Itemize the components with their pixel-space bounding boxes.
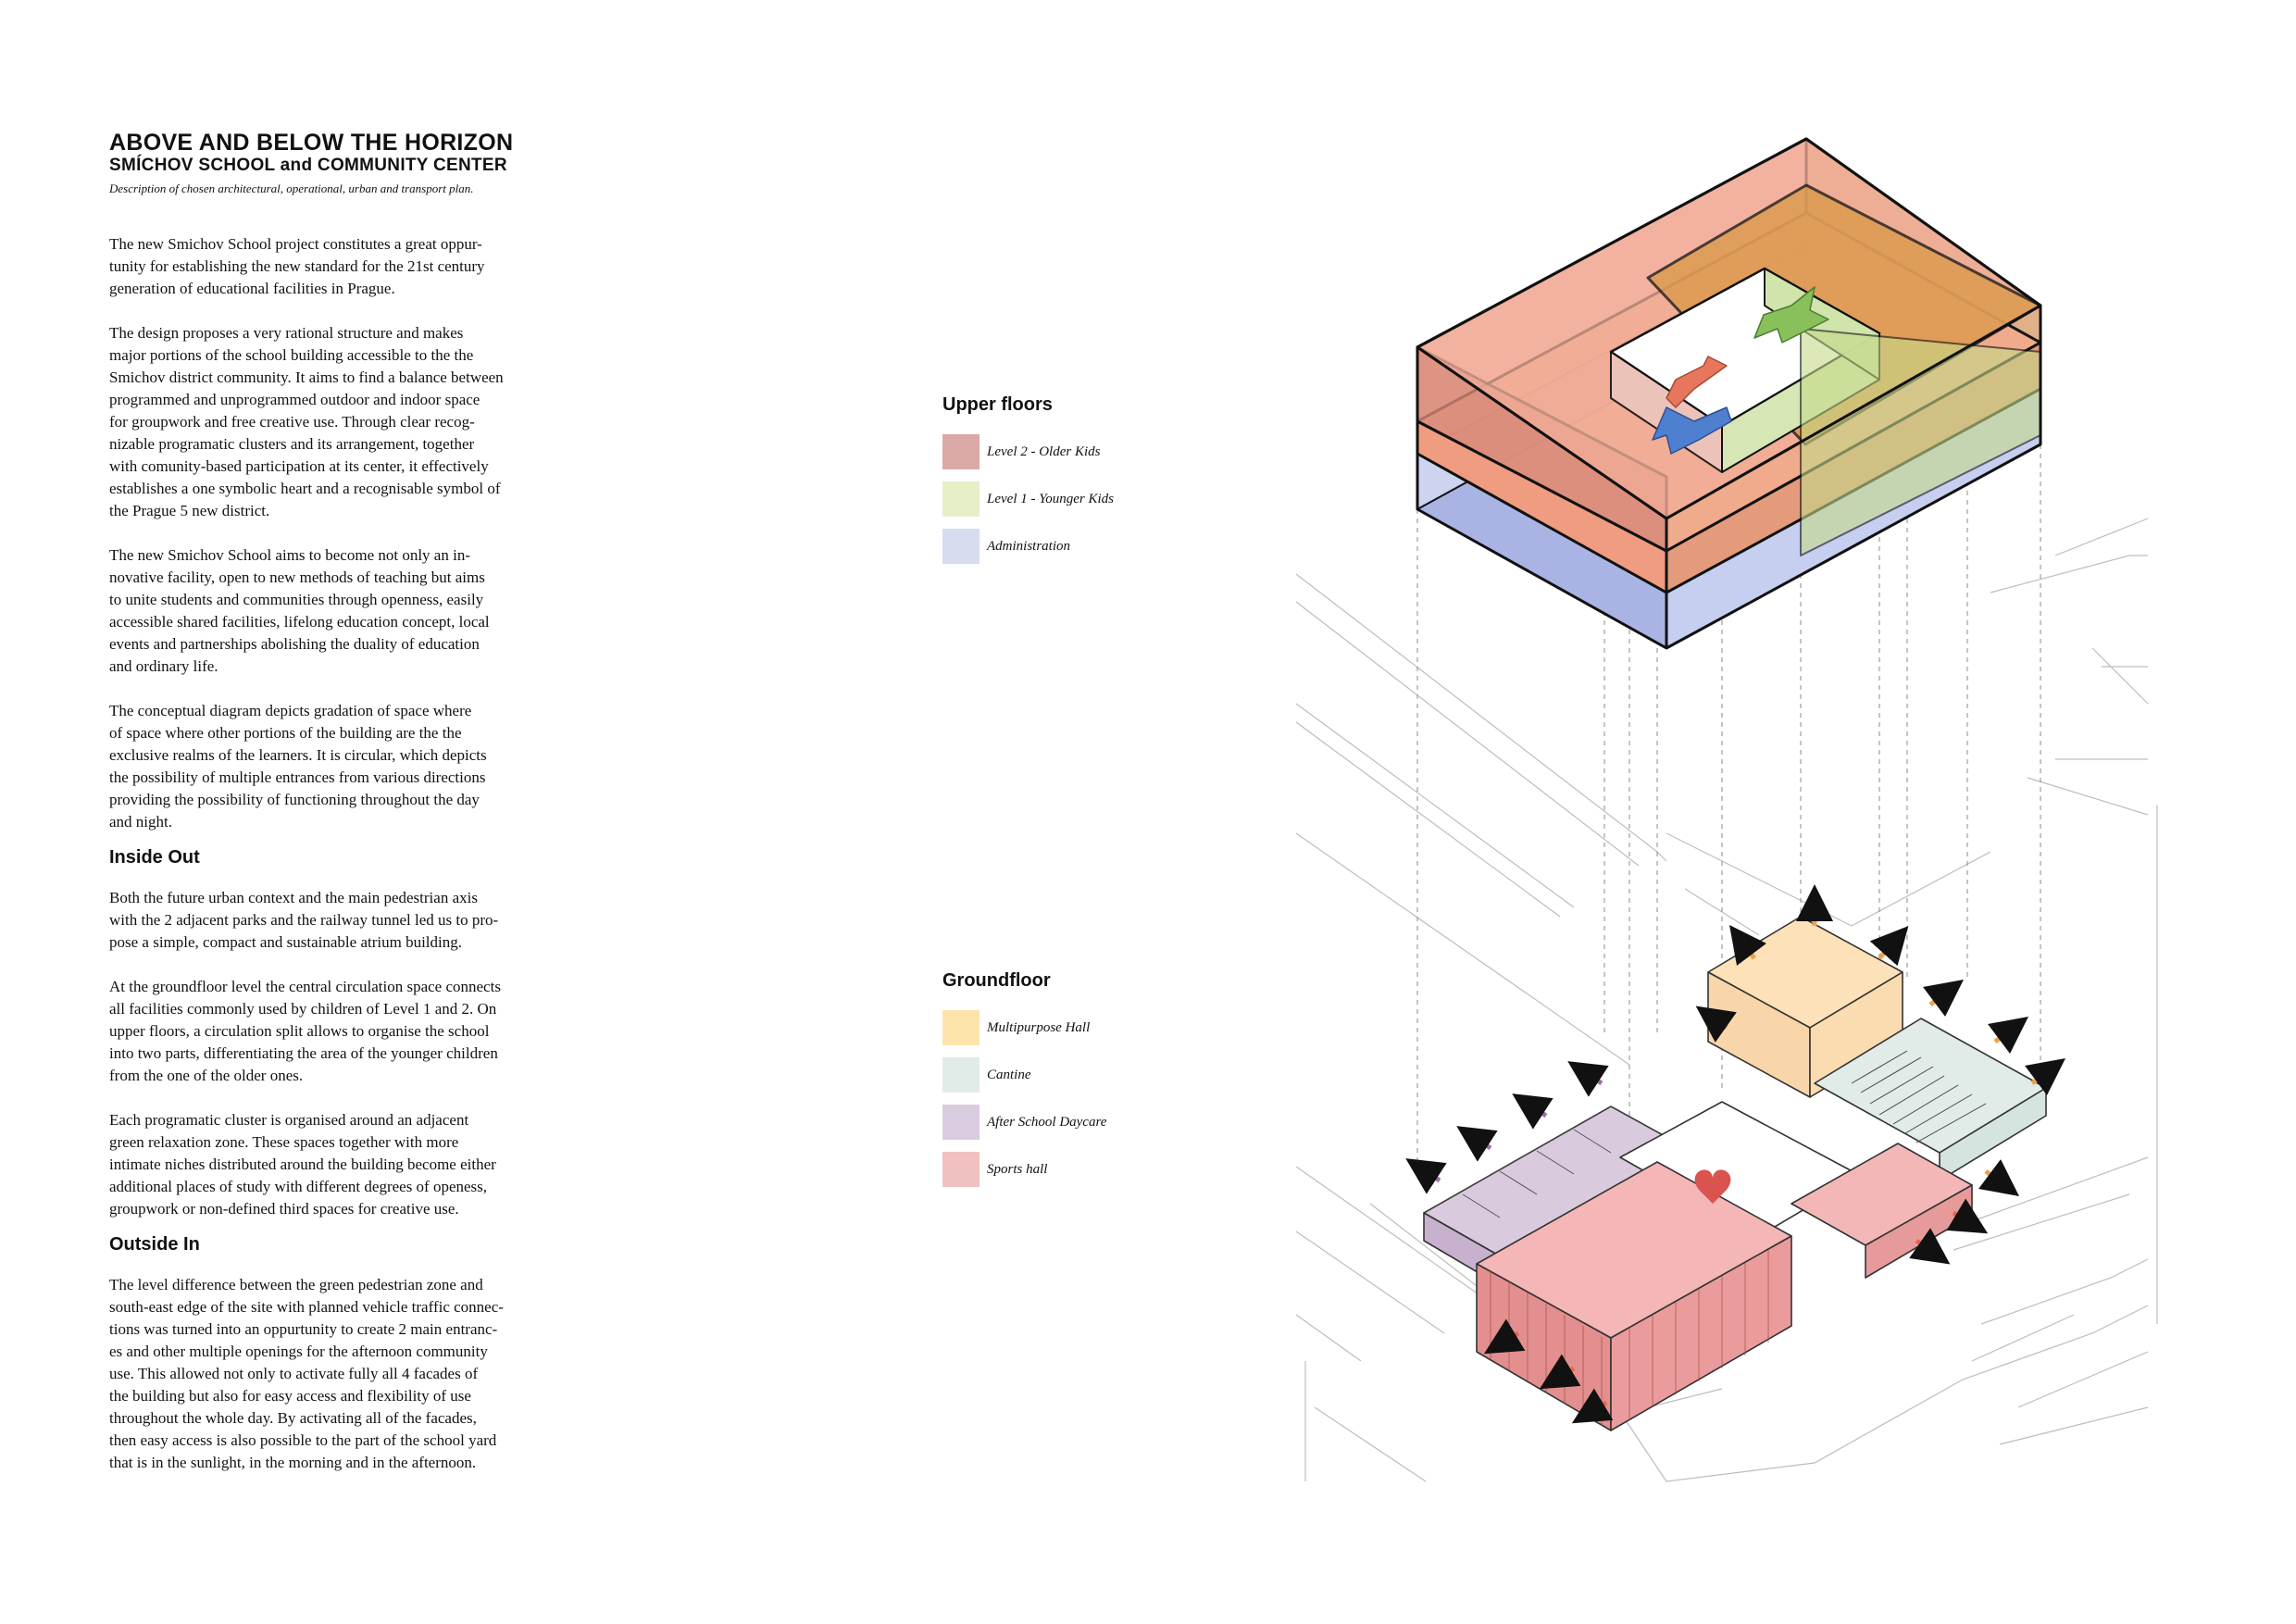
legend-label: Cantine [987,1067,1031,1082]
legend-title: Upper floors [942,394,1053,415]
axonometric-diagram [1295,137,2158,1482]
legend-item: Multipurpose Hall [942,1010,1106,1045]
paragraph: At the groundfloor level the central cir… [109,978,501,1084]
legend-item: Sports hall [942,1152,1106,1187]
paragraph: The design proposes a very rational stru… [109,324,504,519]
legend-swatch [942,1105,980,1140]
section-heading-inside-out: Inside Out [109,847,200,868]
legend-item: Level 2 - Older Kids [942,434,1114,469]
legend-swatch [942,529,980,564]
legend-item: After School Daycare [942,1105,1106,1140]
legend-label: Multipurpose Hall [987,1019,1091,1035]
paragraph: The level difference between the green p… [109,1276,504,1471]
legend-groundfloor: Groundfloor Multipurpose Hall Cantine Af… [942,970,1106,1199]
page-description: Description of chosen architectural, ope… [109,181,474,195]
paragraph: Both the future urban context and the ma… [109,889,499,951]
legend-swatch [942,481,980,517]
legend-upper-floors: Upper floors Level 2 - Older Kids Level … [942,394,1114,576]
legend-item: Cantine [942,1057,1106,1093]
legend-label: Level 2 - Older Kids [987,443,1101,459]
legend-label: Administration [987,538,1071,554]
legend-swatch [942,1152,980,1187]
paragraph: Each programatic cluster is organised ar… [109,1111,496,1218]
paragraph: The new Smichov School aims to become no… [109,546,490,675]
legend-title: Groundfloor [942,970,1051,991]
page-title: ABOVE AND BELOW THE HORIZON [109,130,514,156]
legend-label: Sports hall [987,1161,1048,1177]
legend-swatch [942,434,980,469]
page-subtitle: SMÍCHOV SCHOOL and COMMUNITY CENTER [109,156,507,175]
text-column: ABOVE AND BELOW THE HORIZON SMÍCHOV SCHO… [109,130,591,1474]
upper-floors-block [1416,137,2042,650]
legend-swatch [942,1010,980,1045]
groundfloor-block [1423,916,2047,1431]
legend-label: Level 1 - Younger Kids [987,491,1114,506]
section-heading-outside-in: Outside In [109,1234,200,1255]
paragraph: The new Smichov School project constitut… [109,235,485,297]
paragraph: The conceptual diagram depicts gradation… [109,702,487,831]
legend-swatch [942,1057,980,1093]
legend-label: After School Daycare [987,1114,1107,1130]
legend-item: Administration [942,529,1114,564]
legend-item: Level 1 - Younger Kids [942,481,1114,517]
